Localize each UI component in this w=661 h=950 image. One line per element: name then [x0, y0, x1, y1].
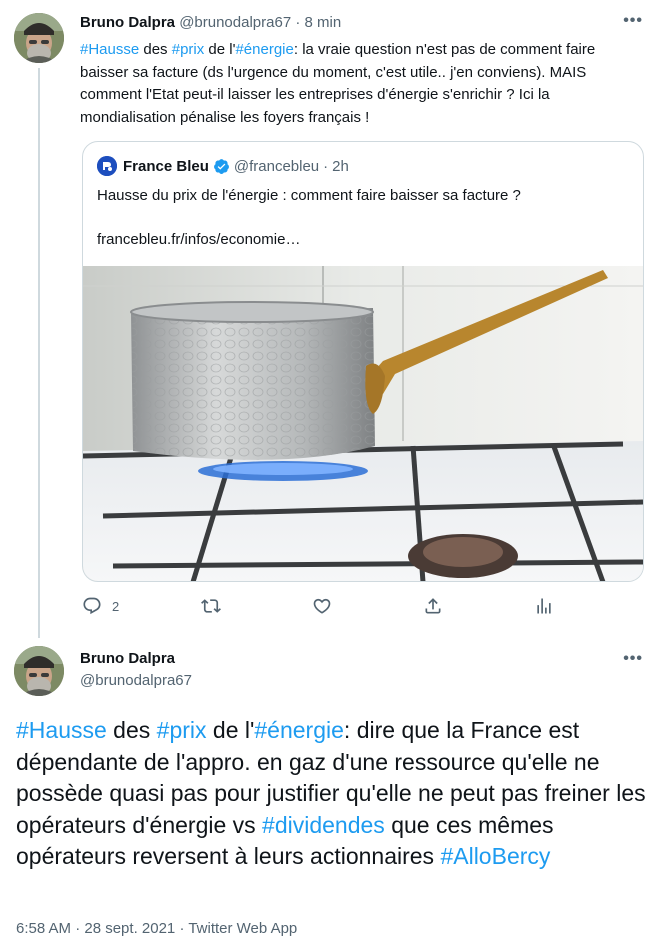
more-options-icon[interactable]: •••: [623, 650, 643, 668]
hashtag-link[interactable]: #Hausse: [80, 41, 139, 58]
verified-badge-icon: [213, 158, 229, 174]
quoted-author-name[interactable]: France Bleu: [123, 158, 209, 175]
author-handle[interactable]: @brunodalpra67: [80, 672, 192, 689]
author-handle[interactable]: @brunodalpra67: [179, 14, 291, 31]
tweet-timestamp-source[interactable]: 6:58 AM · 28 sept. 2021 · Twitter Web Ap…: [16, 920, 297, 937]
share-icon: [425, 598, 441, 614]
separator: ·: [323, 157, 329, 175]
hashtag-link[interactable]: #AlloBercy: [440, 843, 550, 869]
timestamp[interactable]: 8 min: [305, 14, 342, 31]
hashtag-link[interactable]: #énergie: [254, 717, 344, 743]
separator: ·: [295, 14, 301, 31]
like-button[interactable]: [312, 596, 332, 616]
quoted-tweet-header: France Bleu @francebleu · 2h: [97, 156, 349, 176]
saucepan-on-stove-icon: [83, 266, 643, 581]
reply-button[interactable]: 2: [82, 596, 119, 616]
avatar-photo-icon: [14, 13, 64, 63]
quoted-timestamp[interactable]: 2h: [332, 158, 349, 175]
tweet-text: #Hausse des #prix de l'#énergie: dire qu…: [16, 715, 646, 873]
author-name[interactable]: Bruno Dalpra: [80, 650, 175, 667]
hashtag-link[interactable]: #prix: [172, 41, 205, 58]
tweet-1[interactable]: Bruno Dalpra @brunodalpra67 · 8 min ••• …: [0, 0, 661, 638]
tweet-text-segment: de l': [206, 717, 255, 743]
analytics-bars-icon: [537, 598, 551, 614]
tweet-text-segment: des: [106, 717, 157, 743]
tweet-text-segment: de l': [204, 41, 236, 58]
analytics-button[interactable]: [534, 596, 554, 616]
hashtag-link[interactable]: #dividendes: [262, 812, 385, 838]
tweet-header: Bruno Dalpra @brunodalpra67 · 8 min: [80, 14, 341, 31]
avatar[interactable]: [14, 646, 64, 696]
retweet-icon: [201, 599, 221, 613]
tweet-text-segment: des: [139, 41, 172, 58]
retweet-button[interactable]: [201, 596, 221, 616]
hashtag-link[interactable]: #prix: [157, 717, 207, 743]
hashtag-link[interactable]: #Hausse: [16, 717, 107, 743]
quoted-tweet-link[interactable]: francebleu.fr/infos/economie…: [97, 231, 300, 248]
avatar-photo-icon: [14, 646, 64, 696]
quoted-tweet-text: Hausse du prix de l'énergie : comment fa…: [97, 187, 521, 204]
share-button[interactable]: [423, 596, 443, 616]
reply-count: 2: [112, 598, 120, 614]
heart-icon: [313, 598, 331, 614]
hashtag-link[interactable]: #énergie: [235, 41, 293, 58]
france-bleu-logo-icon: [97, 156, 117, 176]
avatar[interactable]: [14, 13, 64, 63]
more-options-icon[interactable]: •••: [623, 12, 643, 30]
reply-icon: [83, 597, 101, 615]
quoted-tweet-card[interactable]: France Bleu @francebleu · 2h Hausse du p…: [82, 141, 644, 582]
quoted-author-handle[interactable]: @francebleu: [234, 158, 319, 175]
thread-line: [38, 68, 40, 638]
tweet-text: #Hausse des #prix de l'#énergie: la vrai…: [80, 39, 645, 129]
quoted-tweet-image[interactable]: [83, 266, 643, 581]
author-name[interactable]: Bruno Dalpra: [80, 14, 175, 31]
